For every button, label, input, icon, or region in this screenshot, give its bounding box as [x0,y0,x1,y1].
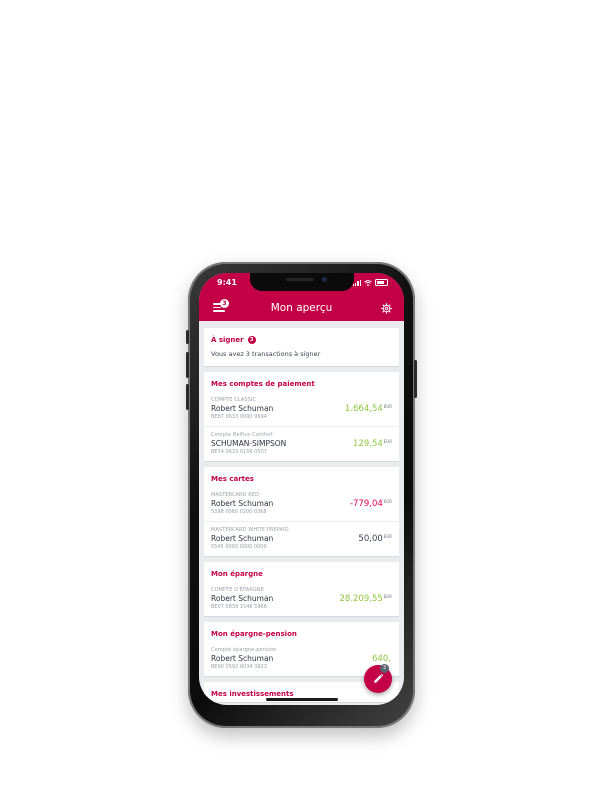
card-balance: 50,00EUR [358,534,392,544]
card-number: 5545 0000 0000 0000 [211,544,267,550]
card-number: 5398 0060 0200 0368 [211,509,267,515]
balance-value: 50,00 [358,534,383,544]
to-sign-header: À signer 3 [204,328,399,350]
sign-fab-button[interactable]: 3 [364,664,392,693]
signal-icon [352,279,361,286]
balance-value: -779,04 [349,499,383,509]
account-type: Compte épargne-pension [211,647,277,653]
balance-value: 28.209,55 [339,594,383,604]
cards-card: Mes cartes MASTERCARD RED Robert Schuman… [204,467,399,556]
currency-label: EUR [383,534,392,539]
card-balance: -779,04EUR [350,499,392,509]
card-row[interactable]: MASTERCARD WHITE PREPAID Robert Schuman … [204,522,399,556]
account-holder: Robert Schuman [211,654,274,663]
currency-label: EUR [383,594,392,599]
front-camera [321,277,327,282]
phone-screen: 9:41 3 Mon aperçu À signer 3 Vous avez 3… [199,273,404,705]
account-row[interactable]: COMPTE CLASSIC Robert Schuman BE87 0633 … [204,392,399,427]
account-number: BE90 0592 0034 3923 [211,664,267,670]
pen-icon [374,673,384,683]
card-type: MASTERCARD RED [211,492,260,498]
account-balance: 1.664,54EUR [345,404,392,414]
balance-value: 640, [372,654,391,664]
currency-label: EUR [383,404,392,409]
fab-count-badge: 3 [380,664,389,673]
account-number: BE74 0633 0156 0507 [211,449,267,455]
account-type: COMPTE D'ÉPARGNE [211,587,264,593]
account-type: Compte Belfius Comfort [211,432,274,438]
battery-icon [375,279,388,286]
phone-notch [249,273,354,291]
balance-value: 1.664,54 [344,404,383,414]
section-title: Mon épargne [211,570,263,578]
section-title: Mes cartes [211,475,254,483]
to-sign-title: À signer [211,336,244,344]
phone-volume-down-button [186,384,189,410]
section-title: Mon épargne-pension [211,630,297,638]
account-type: COMPTE CLASSIC [211,397,257,403]
speaker-grille [285,278,314,281]
to-sign-card[interactable]: À signer 3 Vous avez 3 transactions à si… [204,328,399,366]
stage: 9:41 3 Mon aperçu À signer 3 Vous avez 3… [0,0,600,800]
account-balance: 640, [372,654,392,664]
account-row[interactable]: COMPTE D'ÉPARGNE Robert Schuman BE07 083… [204,582,399,616]
phone-power-button [414,360,417,398]
currency-label: EUR [383,499,392,504]
card-row[interactable]: MASTERCARD RED Robert Schuman 5398 0060 … [204,487,399,522]
account-number: BE07 0839 1546 5966 [211,604,267,610]
page-title: Mon aperçu [270,302,333,314]
card-type: MASTERCARD WHITE PREPAID [211,527,289,533]
section-title: Mes comptes de paiement [211,380,315,388]
home-indicator [265,698,338,701]
to-sign-text: Vous avez 3 transactions à signer [211,350,321,358]
overview-content: À signer 3 Vous avez 3 transactions à si… [199,321,404,705]
account-balance: 129,54EUR [353,439,392,449]
phone-side-button-silent [186,330,189,344]
phone-volume-up-button [186,352,189,378]
gear-icon[interactable] [381,303,392,314]
balance-value: 129,54 [353,439,383,449]
account-number: BE87 0633 0090 9694 [211,414,267,420]
payment-accounts-card: Mes comptes de paiement COMPTE CLASSIC R… [204,372,399,461]
status-icons [352,279,388,286]
savings-card: Mon épargne COMPTE D'ÉPARGNE Robert Schu… [204,562,399,616]
wifi-icon [364,279,372,286]
currency-label: EUR [383,439,392,444]
account-balance: 28.209,55EUR [340,594,393,604]
account-row[interactable]: Compte Belfius Comfort SCHUMAN-SIMPSON B… [204,427,399,461]
status-time: 9:41 [217,278,237,287]
to-sign-count-badge: 3 [247,336,256,344]
